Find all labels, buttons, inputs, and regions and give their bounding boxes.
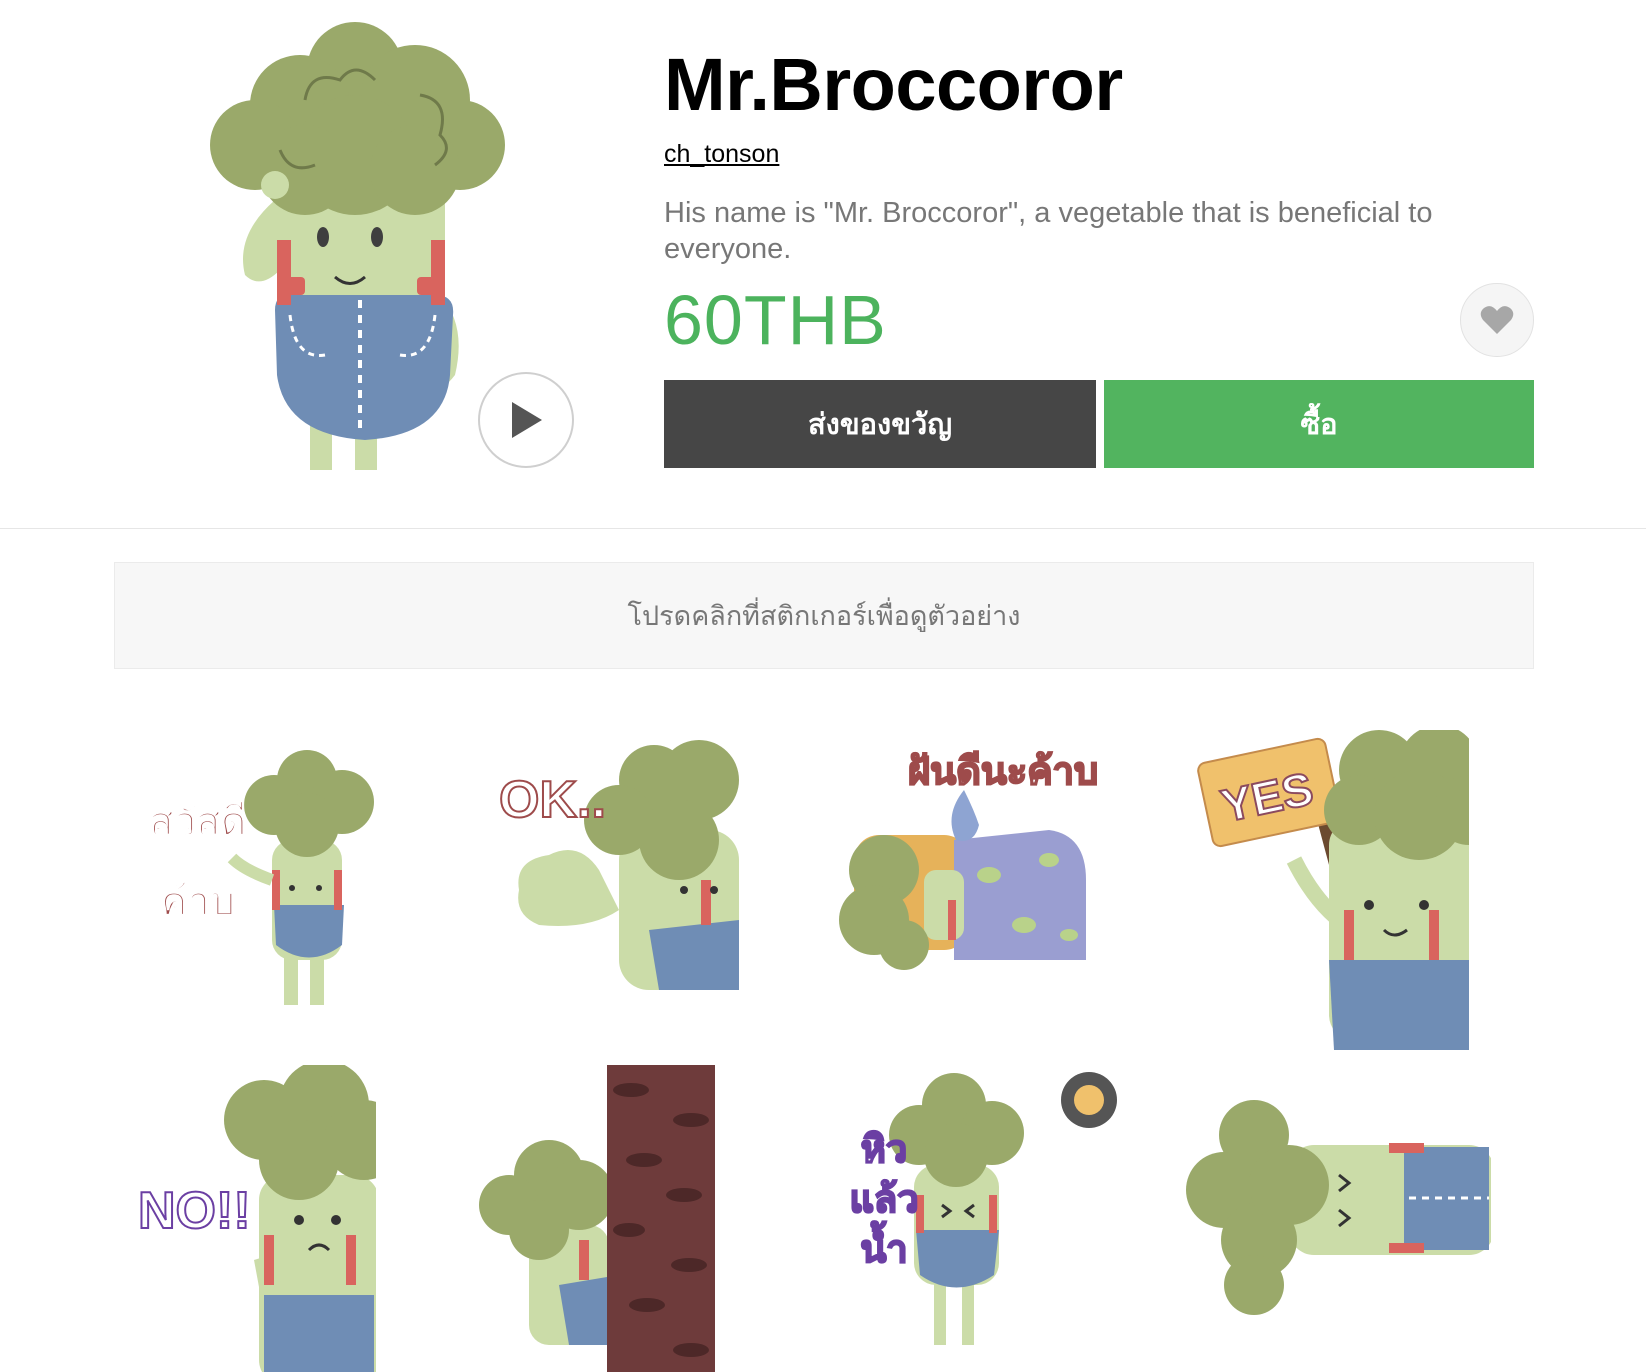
author-link[interactable]: ch_tonson (664, 140, 779, 169)
sticker-image (1186, 1065, 1534, 1372)
product-price: 60THB (664, 281, 887, 359)
sticker-1[interactable]: สวัสดี ค้าบ (114, 730, 469, 1050)
sticker-6[interactable] (469, 1065, 824, 1372)
sticker-caption: หิว แล้ว น้ำ (848, 1128, 919, 1272)
heart-icon (1480, 306, 1514, 334)
play-preview-button[interactable] (478, 372, 574, 468)
product-description: His name is "Mr. Broccoror", a vegetable… (664, 197, 1433, 265)
buy-button[interactable]: ซื้อ (1104, 380, 1534, 468)
sticker-4[interactable]: YES (1179, 730, 1534, 1050)
section-divider (0, 528, 1646, 529)
sticker-2[interactable]: OK.. (469, 730, 824, 1050)
sticker-7[interactable]: หิว แล้ว น้ำ (824, 1065, 1179, 1372)
sticker-caption: ฝันดีนะค้าบ (907, 750, 1099, 794)
sticker-caption: NO!! (137, 1181, 252, 1241)
product-title: Mr.Broccoror (664, 43, 1123, 126)
product-info: Mr.Broccoror ch_tonson His name is "Mr. … (664, 40, 1534, 359)
sticker-caption: สวัสดี ค้าบ (149, 800, 247, 925)
sticker-3[interactable]: ฝันดีนะค้าบ (824, 730, 1179, 1050)
send-gift-button[interactable]: ส่งของขวัญ (664, 380, 1096, 468)
preview-hint-banner: โปรดคลิกที่สติกเกอร์เพื่อดูตัวอย่าง (114, 562, 1534, 669)
play-icon (512, 402, 542, 438)
sticker-image (479, 1065, 715, 1372)
sticker-5[interactable]: NO!! (114, 1065, 469, 1372)
favorite-button[interactable] (1460, 283, 1534, 357)
sticker-grid: สวัสดี ค้าบ OK.. ฝันดีนะค้าบ YES NO!! หิ… (114, 730, 1534, 1372)
sticker-caption: OK.. (498, 770, 607, 830)
sticker-8[interactable] (1179, 1065, 1534, 1372)
product-header: Mr.Broccoror ch_tonson His name is "Mr. … (0, 0, 1646, 530)
